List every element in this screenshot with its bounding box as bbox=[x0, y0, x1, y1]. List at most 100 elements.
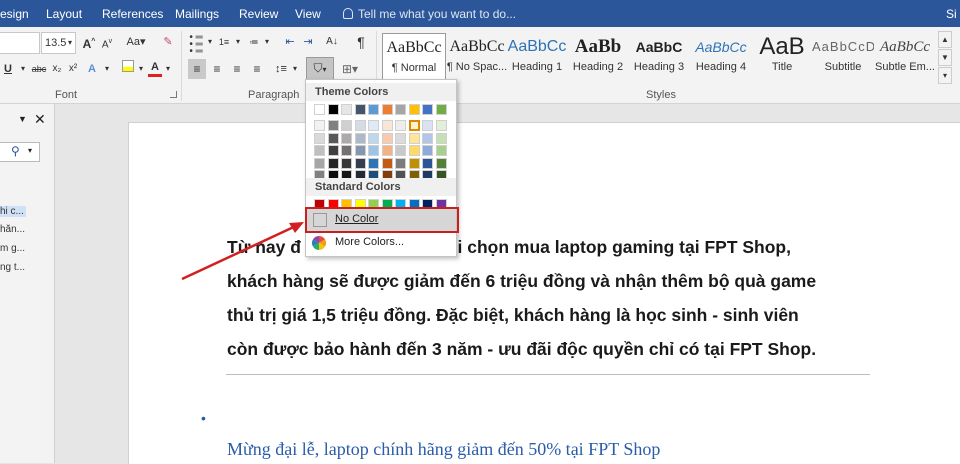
clear-formatting-icon[interactable]: ✎ bbox=[160, 32, 176, 52]
style-heading-1[interactable]: AaBbCc Heading 1 bbox=[506, 33, 568, 83]
color-swatch[interactable] bbox=[354, 145, 366, 156]
strikethrough-icon[interactable]: abc bbox=[30, 59, 48, 79]
font-color-icon[interactable]: A bbox=[148, 59, 162, 77]
chevron-down-icon[interactable]: ▾ bbox=[291, 59, 299, 79]
gallery-scroll-down-icon[interactable]: ▼ bbox=[938, 49, 952, 66]
color-swatch[interactable] bbox=[395, 120, 406, 131]
color-swatch[interactable] bbox=[395, 132, 406, 144]
style-subtitle[interactable]: AaBbCcD Subtitle bbox=[812, 33, 874, 83]
color-swatch[interactable] bbox=[354, 104, 366, 115]
tell-me-search[interactable]: Tell me what you want to do... bbox=[343, 7, 516, 21]
color-swatch[interactable] bbox=[435, 120, 447, 131]
color-swatch[interactable] bbox=[408, 157, 420, 169]
color-swatch[interactable] bbox=[381, 157, 393, 169]
color-swatch[interactable] bbox=[395, 104, 406, 115]
underline-icon[interactable]: U bbox=[2, 59, 14, 79]
color-swatch[interactable] bbox=[341, 157, 352, 169]
subscript-icon[interactable]: x₂ bbox=[50, 59, 64, 79]
line-spacing-icon[interactable]: ↕≡ bbox=[272, 59, 290, 79]
style-title[interactable]: AaB Title bbox=[751, 33, 813, 83]
more-colors-option[interactable]: More Colors... bbox=[306, 233, 456, 253]
increase-indent-icon[interactable]: ⇥ bbox=[300, 32, 316, 52]
color-swatch[interactable] bbox=[327, 132, 339, 144]
style-heading-4[interactable]: AaBbCc Heading 4 bbox=[690, 33, 752, 83]
color-swatch[interactable] bbox=[354, 132, 366, 144]
chevron-down-icon[interactable]: ▾ bbox=[263, 32, 271, 52]
nav-heading-item[interactable]: hi c... bbox=[0, 206, 26, 217]
gallery-scroll-up-icon[interactable]: ▲ bbox=[938, 31, 952, 48]
chevron-down-icon[interactable]: ▾ bbox=[18, 59, 28, 79]
color-swatch[interactable] bbox=[314, 120, 325, 131]
grow-font-icon[interactable]: A^ bbox=[82, 32, 96, 52]
superscript-icon[interactable]: x² bbox=[66, 59, 80, 79]
pane-options-icon[interactable]: ▼ bbox=[18, 114, 27, 124]
close-icon[interactable]: ✕ bbox=[34, 111, 46, 128]
style-subtle-emphasis[interactable]: AaBbCc Subtle Em... bbox=[874, 33, 936, 83]
numbering-icon[interactable]: 1≡ bbox=[216, 32, 232, 52]
color-swatch[interactable] bbox=[327, 145, 339, 156]
color-swatch[interactable] bbox=[341, 104, 352, 115]
color-swatch[interactable] bbox=[395, 157, 406, 169]
color-swatch[interactable] bbox=[368, 120, 379, 131]
font-dialog-launcher-icon[interactable] bbox=[170, 91, 177, 98]
style-normal[interactable]: AaBbCc ¶ Normal bbox=[382, 33, 446, 85]
tab-review[interactable]: Review bbox=[239, 7, 278, 21]
align-center-icon[interactable]: ≡ bbox=[208, 59, 226, 79]
font-size-box[interactable]: 13.5 ▾ bbox=[41, 32, 76, 54]
color-swatch[interactable] bbox=[435, 157, 447, 169]
color-swatch[interactable] bbox=[395, 145, 406, 156]
color-swatch[interactable] bbox=[368, 157, 379, 169]
sort-icon[interactable]: A↓ bbox=[324, 32, 340, 52]
bullets-icon[interactable]: • ═ • ═ • ═ bbox=[188, 32, 204, 57]
color-swatch[interactable] bbox=[327, 120, 339, 131]
color-swatch[interactable] bbox=[408, 132, 420, 144]
gallery-more-icon[interactable]: ▾ bbox=[938, 67, 952, 84]
chevron-down-icon[interactable]: ▾ bbox=[137, 59, 145, 79]
multilevel-list-icon[interactable]: ≔ bbox=[246, 32, 262, 52]
color-swatch[interactable] bbox=[341, 120, 352, 131]
color-swatch[interactable] bbox=[422, 132, 433, 144]
highlighter-icon[interactable] bbox=[120, 59, 136, 79]
color-swatch[interactable] bbox=[422, 120, 433, 131]
tab-view[interactable]: View bbox=[295, 7, 321, 21]
chevron-down-icon[interactable]: ▾ bbox=[206, 32, 214, 52]
style-no-spacing[interactable]: AaBbCc ¶ No Spac... bbox=[446, 33, 508, 83]
color-swatch[interactable] bbox=[422, 157, 433, 169]
color-swatch[interactable] bbox=[422, 104, 433, 115]
shading-button[interactable]: ⛉▾ bbox=[306, 57, 334, 81]
color-swatch[interactable] bbox=[368, 104, 379, 115]
tab-references[interactable]: References bbox=[102, 7, 163, 21]
color-swatch[interactable] bbox=[314, 132, 325, 144]
text-effects-icon[interactable]: A bbox=[84, 59, 100, 79]
justify-icon[interactable]: ≡ bbox=[248, 59, 266, 79]
color-swatch[interactable] bbox=[435, 104, 447, 115]
color-swatch[interactable] bbox=[381, 145, 393, 156]
chevron-down-icon[interactable]: ▾ bbox=[234, 32, 242, 52]
font-name-box[interactable] bbox=[0, 32, 40, 54]
color-swatch[interactable] bbox=[408, 120, 420, 131]
color-swatch[interactable] bbox=[408, 104, 420, 115]
align-right-icon[interactable]: ≡ bbox=[228, 59, 246, 79]
style-heading-3[interactable]: AaBbC Heading 3 bbox=[628, 33, 690, 83]
heading-link[interactable]: Mừng đại lễ, laptop chính hãng giảm đến … bbox=[227, 439, 660, 460]
color-swatch[interactable] bbox=[381, 120, 393, 131]
nav-heading-item[interactable]: ng t... bbox=[0, 262, 25, 273]
color-swatch[interactable] bbox=[314, 157, 325, 169]
color-swatch[interactable] bbox=[314, 104, 325, 115]
tab-mailings[interactable]: Mailings bbox=[175, 7, 219, 21]
nav-heading-item[interactable]: m g... bbox=[0, 243, 25, 254]
sign-in-link[interactable]: Si bbox=[946, 7, 957, 21]
color-swatch[interactable] bbox=[368, 145, 379, 156]
shrink-font-icon[interactable]: Av bbox=[100, 32, 114, 52]
color-swatch[interactable] bbox=[422, 145, 433, 156]
color-swatch[interactable] bbox=[327, 104, 339, 115]
chevron-down-icon[interactable]: ▾ bbox=[164, 59, 172, 79]
color-swatch[interactable] bbox=[314, 145, 325, 156]
decrease-indent-icon[interactable]: ⇤ bbox=[282, 32, 298, 52]
color-swatch[interactable] bbox=[341, 145, 352, 156]
color-swatch[interactable] bbox=[381, 132, 393, 144]
color-swatch[interactable] bbox=[354, 120, 366, 131]
color-swatch[interactable] bbox=[381, 104, 393, 115]
color-swatch[interactable] bbox=[341, 132, 352, 144]
color-swatch[interactable] bbox=[354, 157, 366, 169]
